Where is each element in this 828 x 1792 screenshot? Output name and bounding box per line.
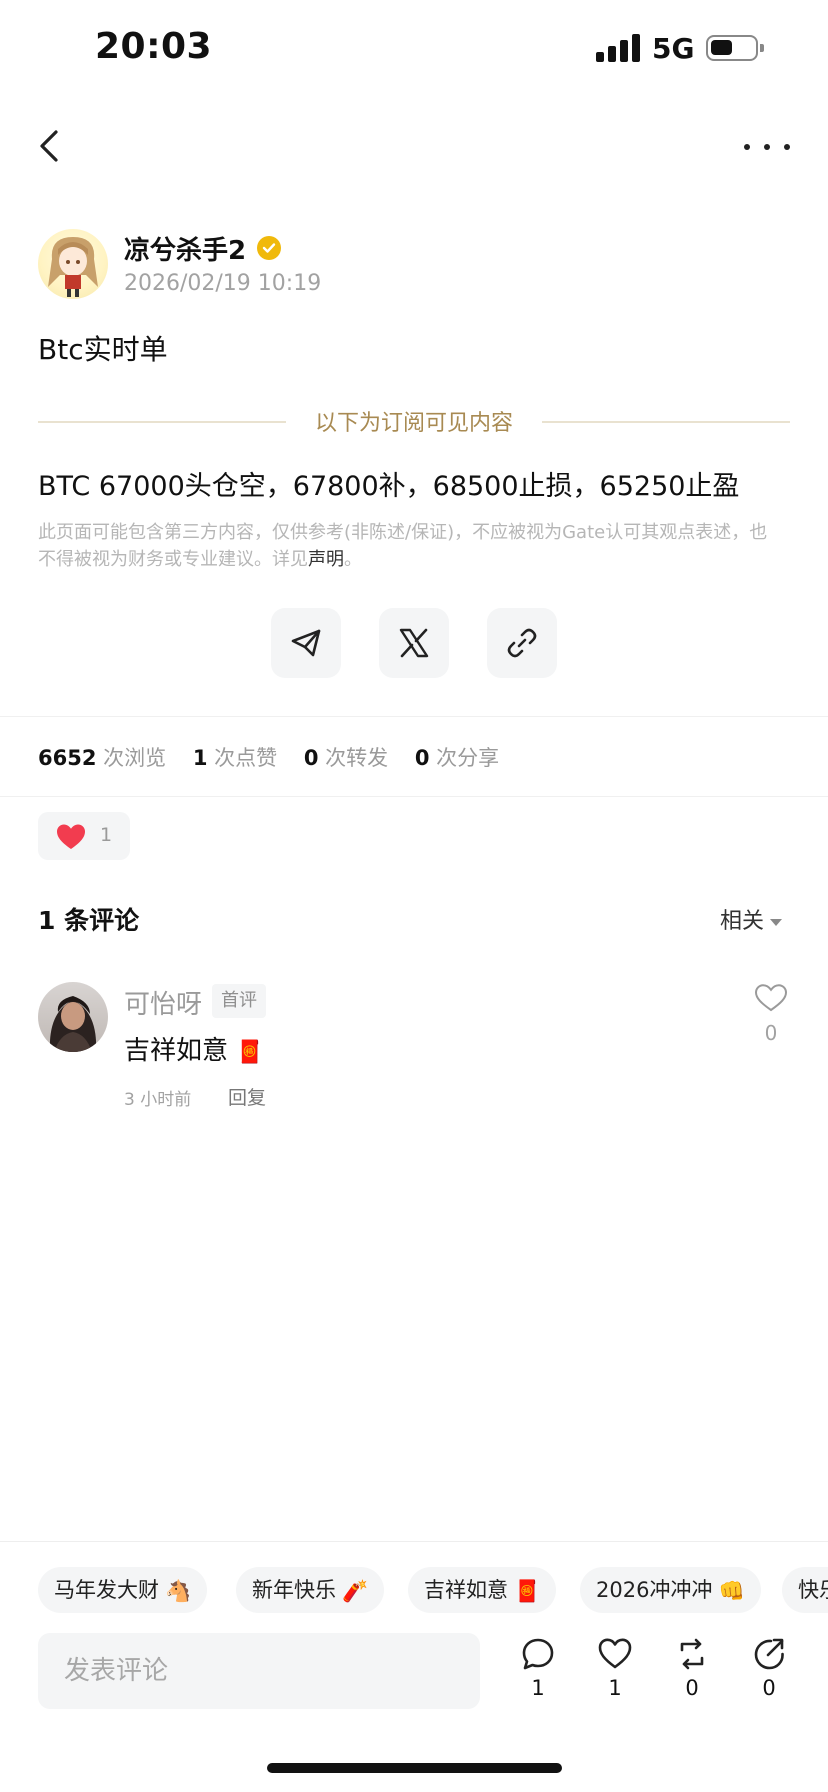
copy-link-button[interactable] (487, 608, 557, 678)
like-action-button[interactable]: 1 (590, 1636, 640, 1716)
caret-down-icon (770, 918, 783, 926)
red-envelope-emoji: 🧧 (236, 1040, 264, 1065)
comment-input[interactable] (38, 1633, 480, 1709)
quick-comment-chip[interactable]: 吉祥如意 🧧 (408, 1567, 557, 1613)
comment-time: 3 小时前 (124, 1090, 192, 1110)
sort-dropdown[interactable]: 相关 (720, 903, 783, 935)
verified-badge-icon (257, 236, 281, 260)
horse-emoji: 🐴 (165, 1579, 192, 1603)
repost-icon (680, 1638, 704, 1670)
more-options-button[interactable] (742, 126, 792, 166)
more-icon (744, 144, 750, 150)
comments-count-title: 1 条评论 (38, 906, 140, 935)
heart-outline-icon (754, 984, 788, 1012)
author-avatar[interactable] (38, 229, 108, 299)
chip-label: 马年发大财 (54, 1578, 159, 1602)
reaction-heart-chip[interactable]: 1 (38, 812, 130, 860)
status-bar: 20:03 5G (0, 0, 828, 100)
comment-like-button[interactable] (754, 983, 788, 1013)
commenter-username[interactable]: 可怡呀 (124, 984, 202, 1021)
commenter-avatar[interactable] (38, 982, 108, 1052)
subscription-divider-label: 以下为订阅可见内容 (314, 411, 513, 436)
anime-avatar-image (48, 237, 98, 297)
post-title: Btc实时单 (38, 333, 168, 366)
reaction-count: 1 (100, 824, 113, 846)
bottom-divider (0, 1541, 828, 1542)
share-telegram-button[interactable] (271, 608, 341, 678)
firecracker-emoji: 🧨 (342, 1579, 369, 1603)
heart-icon (57, 824, 85, 849)
status-time: 20:03 (95, 26, 213, 67)
reply-button[interactable]: 回复 (228, 1083, 266, 1110)
disclaimer-text: 此页面可能包含第三方内容，仅供参考(非陈述/保证)，不应被视为Gate认可其观点… (38, 522, 768, 570)
share-action-count: 0 (762, 1676, 776, 1700)
disclaimer: 此页面可能包含第三方内容，仅供参考(非陈述/保证)，不应被视为Gate认可其观点… (38, 519, 773, 573)
quick-comment-chip[interactable]: 2026冲冲冲 👊 (580, 1567, 761, 1613)
repost-action-button[interactable]: 0 (667, 1636, 717, 1716)
reposts-count: 0 (303, 746, 319, 770)
chip-label: 吉祥如意 (424, 1578, 508, 1602)
battery-icon (706, 35, 764, 61)
signal-icon (596, 34, 642, 62)
shares-count: 0 (414, 746, 430, 770)
comment-bubble-icon (522, 1638, 554, 1670)
like-action-count: 1 (608, 1676, 622, 1700)
heart-outline-icon (598, 1638, 632, 1669)
comment-text: 吉祥如意 🧧 (124, 1030, 264, 1067)
disclaimer-end: 。 (344, 549, 362, 570)
chip-label: 新年快乐 (252, 1578, 336, 1602)
red-envelope-emoji: 🧧 (514, 1579, 541, 1603)
share-x-button[interactable] (379, 608, 449, 678)
likes-count: 1 (192, 746, 208, 770)
disclaimer-link[interactable]: 声明 (308, 549, 344, 570)
telegram-icon (291, 629, 321, 657)
link-icon (507, 628, 537, 658)
shares-label: 次分享 (436, 746, 500, 770)
post-body: BTC 67000头仓空，67800补，68500止损，65250止盈 (38, 471, 740, 502)
comment-text-body: 吉祥如意 (124, 1036, 229, 1066)
reposts-label: 次转发 (325, 746, 389, 770)
comment-like-count: 0 (764, 1021, 778, 1045)
section-divider (0, 796, 828, 797)
x-icon (399, 628, 429, 658)
post-stats: 6652 次浏览 1 次点赞 0 次转发 0 次分享 (38, 742, 519, 772)
comment-action-button[interactable]: 1 (513, 1636, 563, 1716)
post-timestamp: 2026/02/19 10:19 (124, 271, 322, 296)
network-label: 5G (652, 32, 695, 65)
share-arrow-icon (754, 1638, 784, 1670)
repost-action-count: 0 (685, 1676, 699, 1700)
comment-action-count: 1 (531, 1676, 545, 1700)
quick-comment-chip[interactable]: 新年快乐 🧨 (236, 1567, 385, 1613)
sort-label: 相关 (720, 909, 765, 934)
back-button[interactable] (30, 120, 74, 172)
section-divider (0, 716, 828, 717)
share-action-button[interactable]: 0 (744, 1636, 794, 1716)
author-name[interactable]: 凉兮杀手2 (124, 230, 246, 267)
home-indicator (267, 1763, 562, 1773)
commenter-photo (49, 996, 97, 1052)
chip-label: 2026冲冲冲 (596, 1578, 713, 1602)
fist-emoji: 👊 (718, 1579, 745, 1603)
chevron-left-icon (40, 130, 58, 162)
quick-comment-chip[interactable]: 快乐 (782, 1567, 828, 1613)
quick-comment-chip[interactable]: 马年发大财 🐴 (38, 1567, 208, 1613)
first-comment-badge: 首评 (212, 984, 266, 1018)
views-label: 次浏览 (103, 746, 167, 770)
chip-label: 快乐 (798, 1578, 828, 1602)
likes-label: 次点赞 (214, 746, 278, 770)
views-count: 6652 (38, 746, 97, 770)
